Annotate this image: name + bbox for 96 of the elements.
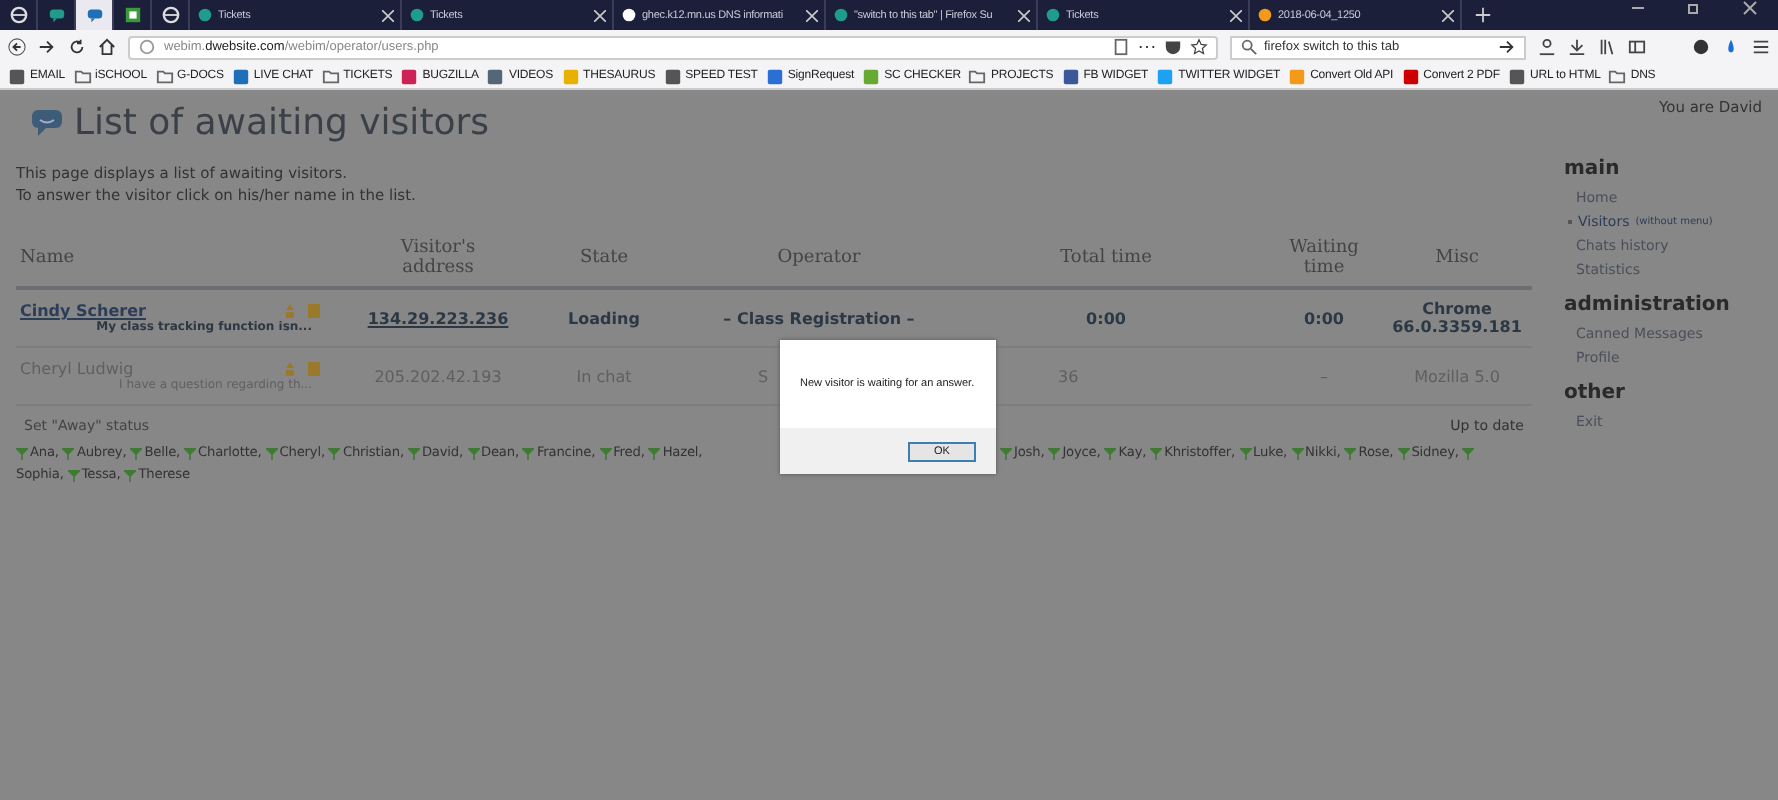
site-icon	[1507, 67, 1526, 85]
operator-icon	[124, 469, 137, 481]
chat-icon	[85, 6, 103, 24]
site-icon	[663, 67, 682, 85]
site-icon	[8, 67, 26, 85]
folder-icon	[321, 67, 340, 85]
tab-icon	[408, 6, 426, 24]
operator-icon	[1462, 447, 1475, 459]
bookmark-star-icon[interactable]	[1190, 38, 1208, 56]
reload-icon[interactable]	[68, 38, 86, 56]
operator-icon	[522, 447, 535, 459]
download-icon[interactable]	[1568, 38, 1586, 56]
operator-icon	[1291, 447, 1304, 459]
sheet-icon	[123, 6, 141, 24]
operator-icon	[130, 447, 143, 459]
sidebar-heading: administration	[1564, 294, 1732, 316]
browser-tab[interactable]	[76, 0, 114, 30]
operator-icon	[599, 447, 612, 459]
close-icon[interactable]	[806, 9, 818, 21]
forward-icon[interactable]	[38, 38, 56, 56]
total-time: 0:00	[1086, 309, 1126, 327]
site-icon	[1288, 67, 1307, 85]
operator-name: – Class Registration –	[723, 309, 915, 327]
operator-icon	[265, 447, 278, 459]
column-header: Name	[16, 230, 360, 288]
new-tab-icon[interactable]	[1474, 6, 1492, 24]
operator-icon	[67, 469, 80, 481]
globe-icon	[161, 6, 179, 24]
extension-icon[interactable]	[1692, 38, 1710, 56]
site-icon	[1061, 67, 1080, 85]
folder-icon	[73, 67, 92, 85]
site-icon	[765, 67, 784, 85]
folder-icon	[155, 67, 173, 85]
page-title: List of awaiting visitors	[74, 101, 490, 143]
site-icon	[400, 67, 419, 85]
folder-icon	[1608, 67, 1627, 85]
tab-icon	[620, 6, 638, 24]
operator-icon	[407, 447, 420, 459]
info-icon	[138, 38, 156, 56]
operator-icon	[467, 447, 479, 459]
site-icon	[1401, 67, 1420, 85]
waiting-time: –	[1320, 367, 1328, 385]
operator-icon	[1000, 447, 1012, 459]
operator-icon	[16, 447, 28, 459]
close-icon[interactable]	[594, 9, 606, 21]
close-icon[interactable]	[1230, 9, 1242, 21]
pocket-icon[interactable]	[1164, 38, 1182, 56]
sidebar-icon[interactable]	[1628, 38, 1646, 56]
operator-icon	[1397, 447, 1410, 459]
waiting-time: 0:00	[1304, 309, 1344, 327]
close-icon[interactable]	[1742, 0, 1758, 16]
operator-icon	[1344, 447, 1357, 459]
search-icon	[1240, 38, 1258, 56]
close-icon[interactable]	[1018, 9, 1030, 21]
person-icon[interactable]	[1538, 38, 1556, 56]
site-icon	[862, 67, 881, 85]
browser-info: Chrome 66.0.3359.181	[1392, 300, 1522, 336]
menu-icon[interactable]	[1752, 38, 1770, 56]
operator-icon	[328, 447, 341, 459]
column-header: Total time	[946, 230, 1266, 288]
back-icon[interactable]	[8, 38, 26, 56]
operator-icon	[1104, 447, 1117, 459]
tab-icon	[1256, 6, 1274, 24]
reader-icon[interactable]	[1112, 38, 1130, 56]
sidebar-heading: main	[1564, 158, 1622, 180]
close-icon[interactable]	[382, 9, 394, 21]
site-icon	[231, 67, 250, 85]
library-icon[interactable]	[1598, 38, 1616, 56]
sidebar-heading: other	[1564, 382, 1627, 404]
operator-icon	[1048, 447, 1061, 459]
globe-icon	[9, 6, 27, 24]
chat-icon	[47, 6, 65, 24]
visitor-state: Loading	[568, 309, 640, 327]
drop-icon[interactable]	[1722, 38, 1740, 56]
home-icon[interactable]	[98, 38, 116, 56]
column-header: Waiting time	[1266, 230, 1382, 288]
operator-icon	[184, 447, 197, 459]
operator-icon	[62, 447, 75, 459]
tab-icon	[832, 6, 850, 24]
folder-icon	[968, 67, 987, 85]
column-header: Visitor's address	[360, 230, 516, 288]
operator-icon	[1150, 447, 1163, 459]
tab-icon	[1044, 6, 1062, 24]
close-icon[interactable]	[1442, 9, 1454, 21]
go-arrow-icon[interactable]	[1498, 38, 1516, 56]
tab-icon	[196, 6, 214, 24]
restore-icon[interactable]	[1686, 0, 1702, 16]
site-icon	[1156, 67, 1175, 85]
column-header: Misc	[1382, 230, 1532, 288]
column-header: Operator	[692, 230, 946, 288]
operator-icon	[1239, 447, 1252, 459]
column-header: State	[516, 230, 692, 288]
site-icon	[486, 67, 505, 85]
site-icon	[561, 67, 580, 85]
operator-icon	[648, 447, 661, 459]
chat-bubble-icon	[32, 109, 62, 135]
